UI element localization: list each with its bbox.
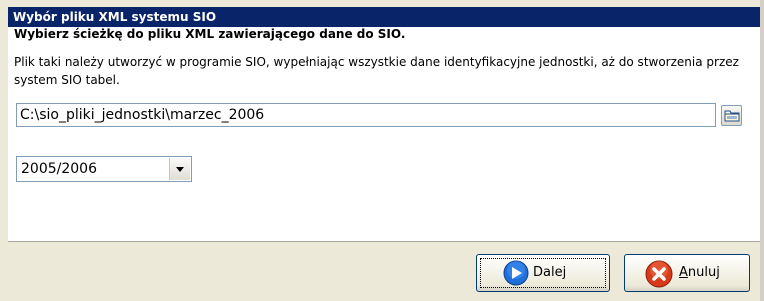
next-button-label: Dalej xyxy=(533,265,567,280)
cancel-button[interactable]: Anuluj xyxy=(624,254,750,292)
footer-separator xyxy=(8,241,764,242)
window-edge xyxy=(760,0,764,301)
cancel-button-label: Anuluj xyxy=(679,265,720,280)
school-year-value: 2005/2006 xyxy=(21,161,97,177)
instruction-description: Plik taki należy utworzyć w programie SI… xyxy=(14,55,739,87)
arrow-right-icon xyxy=(503,260,529,286)
window-title: Wybór pliku XML systemu SIO xyxy=(8,7,764,27)
next-button[interactable]: Dalej xyxy=(476,254,610,292)
cancel-x-icon xyxy=(645,260,673,288)
xml-path-input[interactable] xyxy=(16,103,716,127)
school-year-select[interactable]: 2005/2006 xyxy=(16,156,192,182)
dropdown-toggle[interactable] xyxy=(169,158,190,180)
browse-button[interactable] xyxy=(721,105,742,126)
instruction-heading: Wybierz ścieżkę do pliku XML zawierające… xyxy=(14,27,406,41)
chevron-down-icon xyxy=(176,167,184,172)
folder-icon xyxy=(724,110,740,122)
